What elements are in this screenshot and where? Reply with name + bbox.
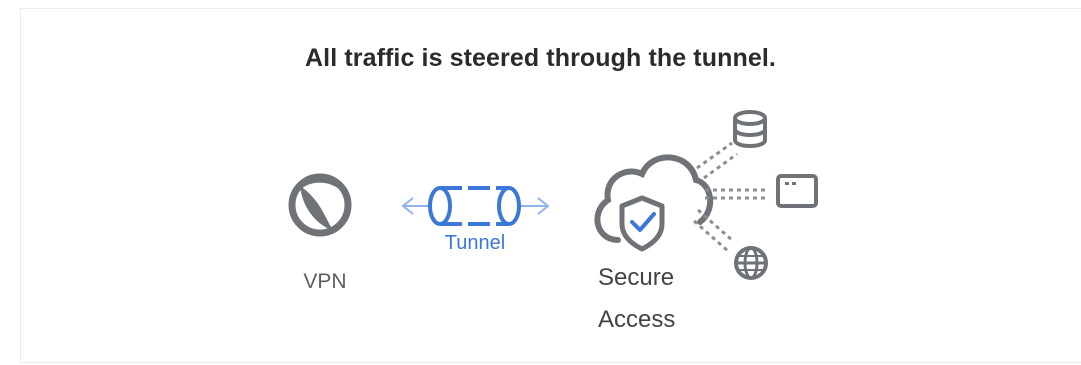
tunnel-label: Tunnel (444, 232, 506, 254)
secure-access-label: Secure Access (598, 257, 718, 341)
globe-icon (734, 246, 768, 280)
app-window-icon (776, 174, 818, 208)
secure-access-label-line1: Secure (598, 264, 675, 291)
vpn-label: VPN (303, 270, 347, 293)
secure-access-label-line2: Access (598, 306, 676, 333)
cloud-shield-icon (594, 154, 713, 252)
bidirectional-arrow (401, 197, 550, 215)
vpn-client-icon (288, 173, 352, 237)
connector-lines (693, 141, 768, 253)
tunnel-icon (428, 186, 521, 226)
database-icon (733, 110, 767, 148)
diagram-canvas (288, 110, 818, 280)
